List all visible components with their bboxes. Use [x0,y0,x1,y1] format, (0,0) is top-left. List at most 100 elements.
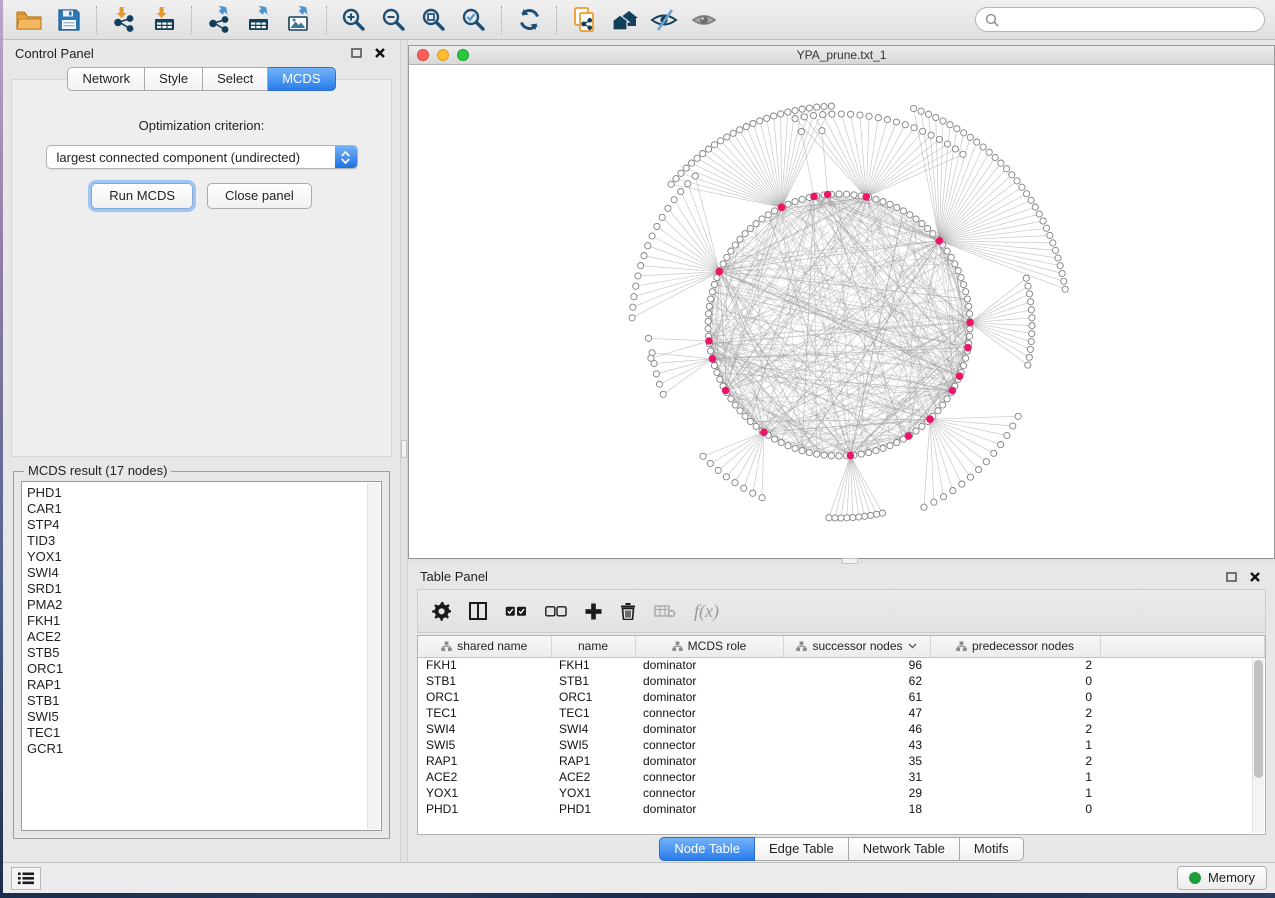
table-cell[interactable]: SWI5 [551,737,635,753]
result-node-item[interactable]: TEC1 [27,725,381,741]
result-node-item[interactable]: PMA2 [27,597,381,613]
table-row[interactable]: SWI5SWI5connector431 [418,737,1265,753]
table-cell[interactable]: 43 [783,737,930,753]
result-node-item[interactable]: STP4 [27,517,381,533]
tab-style[interactable]: Style [145,67,203,91]
table-cell[interactable]: TEC1 [551,705,635,721]
splitter-handle[interactable] [842,558,858,564]
table-cell[interactable]: ACE2 [551,769,635,785]
table-cell[interactable]: 0 [930,689,1100,705]
close-panel-action-button[interactable]: Close panel [207,183,312,209]
tab-network[interactable]: Network [67,67,145,91]
table-cell[interactable]: 1 [930,769,1100,785]
table-cell[interactable]: 62 [783,673,930,689]
apply-layout-button[interactable] [509,4,549,36]
result-node-item[interactable]: SWI4 [27,565,381,581]
column-header-name[interactable]: name [551,636,635,657]
table-cell[interactable]: 96 [783,657,930,673]
result-node-item[interactable]: SRD1 [27,581,381,597]
list-scrollbar[interactable] [367,483,380,829]
result-node-item[interactable]: FKH1 [27,613,381,629]
table-cell[interactable]: FKH1 [551,657,635,673]
table-cell[interactable]: ACE2 [418,769,551,785]
table-cell[interactable]: STB1 [418,673,551,689]
table-cell[interactable]: RAP1 [551,753,635,769]
table-cell[interactable]: 2 [930,721,1100,737]
table-cell[interactable]: SWI4 [418,721,551,737]
result-node-item[interactable]: STB5 [27,645,381,661]
float-panel-button[interactable] [1223,569,1239,585]
show-task-history-button[interactable] [11,867,41,890]
memory-status-button[interactable]: Memory [1177,866,1267,890]
table-cell[interactable]: 0 [930,801,1100,817]
delete-column-button[interactable] [620,602,636,620]
vertical-splitter[interactable] [400,40,408,862]
table-cell[interactable]: 2 [930,753,1100,769]
table-cell[interactable]: TEC1 [418,705,551,721]
table-cell[interactable]: dominator [635,753,783,769]
hide-selected-button[interactable] [644,4,684,36]
table-cell[interactable]: connector [635,705,783,721]
close-panel-button[interactable] [1247,569,1263,585]
tab-select[interactable]: Select [203,67,268,91]
export-network-button[interactable] [199,4,239,36]
table-settings-button[interactable] [432,602,451,621]
clone-network-button[interactable] [564,4,604,36]
table-row[interactable]: FKH1FKH1dominator962 [418,657,1265,673]
import-network-button[interactable] [104,4,144,36]
open-session-button[interactable] [9,4,49,36]
table-scrollbar[interactable] [1252,658,1264,833]
result-node-item[interactable]: YOX1 [27,549,381,565]
table-cell[interactable]: RAP1 [418,753,551,769]
column-header-MCDS-role[interactable]: MCDS role [635,636,783,657]
zoom-in-button[interactable] [334,4,374,36]
zoom-fit-button[interactable] [414,4,454,36]
result-node-item[interactable]: TID3 [27,533,381,549]
show-all-button[interactable] [684,4,724,36]
zoom-selected-button[interactable] [454,4,494,36]
table-cell[interactable]: SWI4 [551,721,635,737]
table-cell[interactable]: PHD1 [551,801,635,817]
result-node-item[interactable]: RAP1 [27,677,381,693]
result-node-item[interactable]: CAR1 [27,501,381,517]
save-session-button[interactable] [49,4,89,36]
table-row[interactable]: PHD1PHD1dominator180 [418,801,1265,817]
show-column-panel-button[interactable] [469,602,487,620]
table-cell[interactable]: 46 [783,721,930,737]
table-cell[interactable]: 1 [930,785,1100,801]
create-column-button[interactable] [585,603,602,620]
table-cell[interactable]: ORC1 [418,689,551,705]
tab-network-table[interactable]: Network Table [849,837,960,861]
tab-edge-table[interactable]: Edge Table [755,837,849,861]
table-cell[interactable]: 31 [783,769,930,785]
horizontal-splitter[interactable] [408,559,1275,564]
table-cell[interactable]: 61 [783,689,930,705]
network-canvas[interactable] [409,65,1274,558]
node-table[interactable]: shared namenameMCDS rolesuccessor nodesp… [418,636,1265,817]
table-row[interactable]: STB1STB1dominator620 [418,673,1265,689]
first-neighbors-button[interactable] [604,4,644,36]
tab-mcds[interactable]: MCDS [268,67,335,91]
network-window-titlebar[interactable]: YPA_prune.txt_1 [409,46,1274,65]
result-node-item[interactable]: ORC1 [27,661,381,677]
splitter-handle[interactable] [401,440,407,458]
column-header-predecessor-nodes[interactable]: predecessor nodes [930,636,1100,657]
table-cell[interactable]: 2 [930,705,1100,721]
table-cell[interactable]: dominator [635,673,783,689]
table-cell[interactable]: PHD1 [418,801,551,817]
table-row[interactable]: RAP1RAP1dominator352 [418,753,1265,769]
table-cell[interactable]: SWI5 [418,737,551,753]
table-row[interactable]: TEC1TEC1connector472 [418,705,1265,721]
float-panel-button[interactable] [348,45,364,61]
deselect-all-button[interactable] [545,606,567,617]
table-cell[interactable]: YOX1 [551,785,635,801]
close-panel-button[interactable] [372,45,388,61]
table-row[interactable]: ACE2ACE2connector311 [418,769,1265,785]
import-table-button[interactable] [144,4,184,36]
table-cell[interactable]: dominator [635,801,783,817]
tab-motifs[interactable]: Motifs [960,837,1024,861]
run-mcds-button[interactable]: Run MCDS [91,183,193,209]
mcds-result-list[interactable]: PHD1CAR1STP4TID3YOX1SWI4SRD1PMA2FKH1ACE2… [21,481,382,831]
table-cell[interactable]: 2 [930,657,1100,673]
table-cell[interactable]: dominator [635,689,783,705]
